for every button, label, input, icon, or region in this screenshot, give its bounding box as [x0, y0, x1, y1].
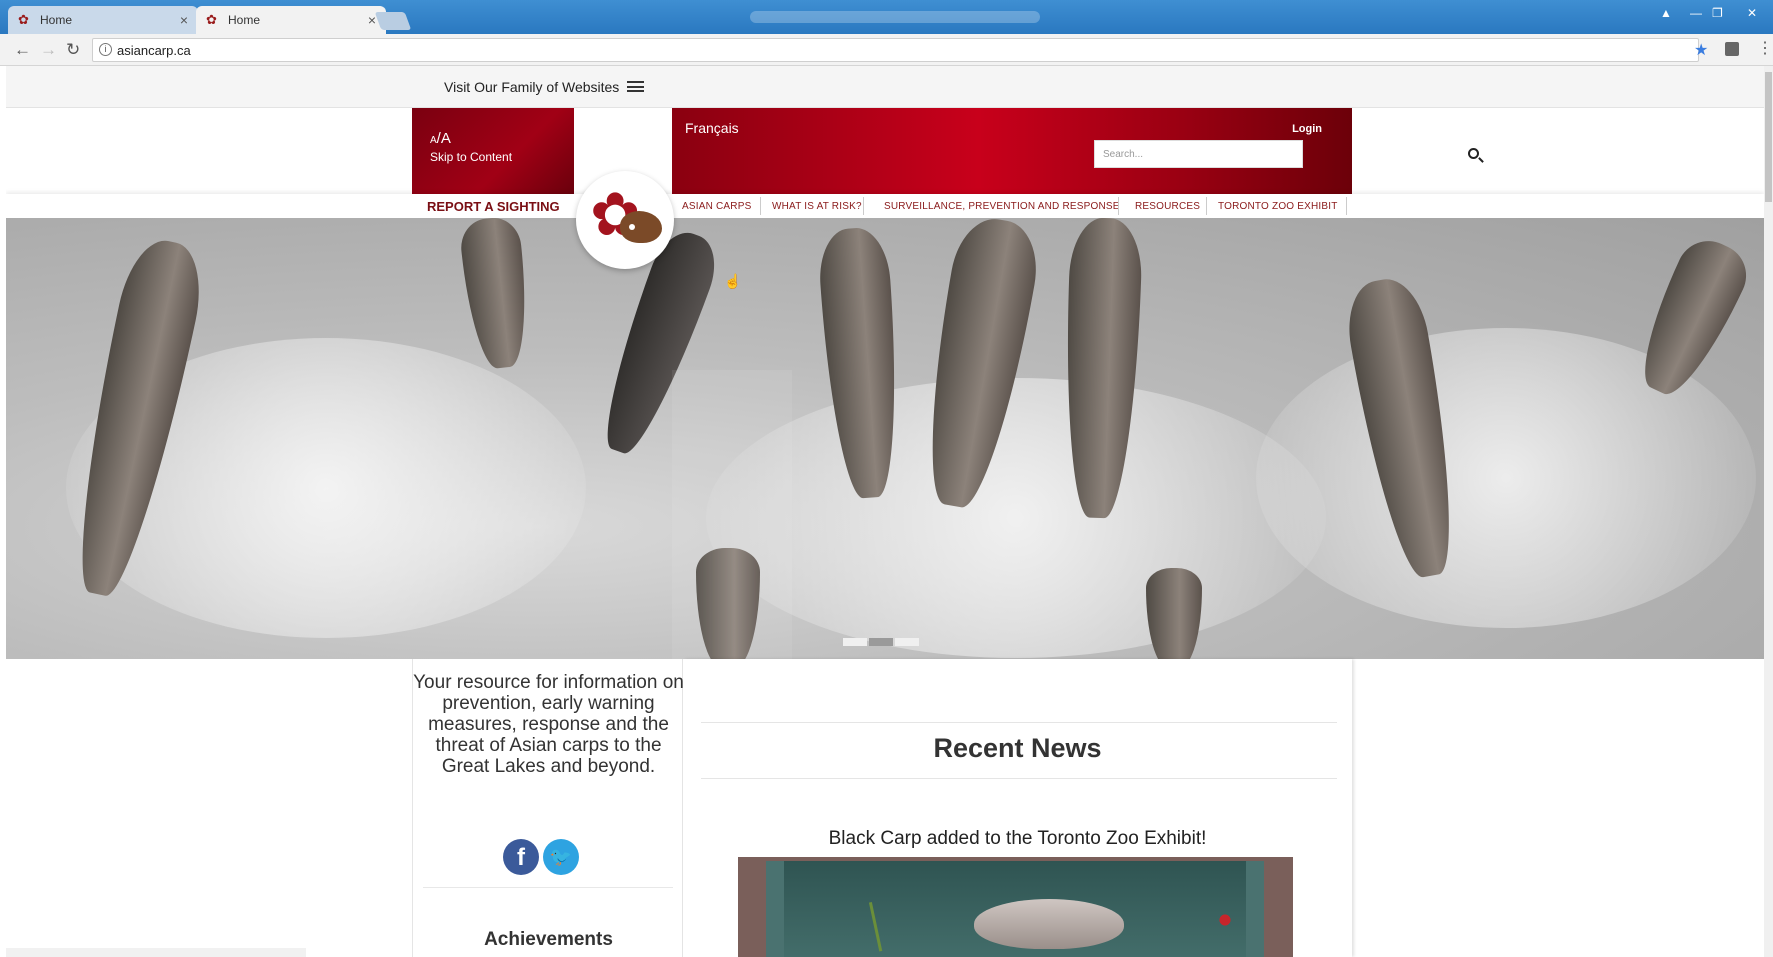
- nav-divider: [760, 197, 761, 215]
- back-icon[interactable]: ←: [14, 40, 31, 60]
- carp-logo-icon: [620, 211, 662, 243]
- reload-icon[interactable]: ↻: [66, 40, 80, 60]
- social-links: f 🐦: [503, 839, 579, 875]
- news-item-title-link[interactable]: Black Carp added to the Toronto Zoo Exhi…: [683, 828, 1352, 850]
- minimize-icon[interactable]: —: [1690, 6, 1702, 20]
- slider-pagination: [843, 638, 919, 646]
- nav-item-toronto-zoo-exhibit[interactable]: TORONTO ZOO EXHIBIT: [1218, 201, 1338, 212]
- close-tab-icon[interactable]: ×: [180, 12, 188, 28]
- browser-tab[interactable]: ✿ Home ×: [8, 6, 198, 34]
- search-input[interactable]: Search...: [1094, 140, 1303, 168]
- nav-dropdown-fading: [672, 370, 792, 659]
- browser-titlebar: ✿ Home × ✿ Home × ▲ — ❐ ✕: [0, 0, 1773, 34]
- text-size-toggle[interactable]: A/A: [430, 130, 451, 147]
- twitter-icon[interactable]: 🐦: [543, 839, 579, 875]
- carp-fish: [458, 218, 534, 371]
- intro-card: Your resource for information on prevent…: [412, 659, 684, 957]
- maple-leaf-favicon-icon: ✿: [206, 12, 217, 27]
- divider: [701, 778, 1337, 779]
- browser-tab-active[interactable]: ✿ Home ×: [196, 6, 386, 34]
- family-websites-bar: Visit Our Family of Websites: [6, 66, 1764, 108]
- nav-item-resources[interactable]: RESOURCES: [1135, 201, 1200, 212]
- nav-item-asian-carps[interactable]: ASIAN CARPS: [682, 201, 751, 212]
- nav-item-surveillance[interactable]: SURVEILLANCE, PREVENTION AND RESPONSE: [884, 201, 1120, 212]
- page-scrollbar[interactable]: [1764, 66, 1773, 957]
- url-text: asiancarp.ca: [117, 43, 191, 58]
- aquarium-tank: [766, 861, 1264, 957]
- family-websites-link[interactable]: Visit Our Family of Websites: [444, 79, 619, 95]
- address-toolbar: ← → ↻ i asiancarp.ca: [0, 34, 1773, 66]
- achievements-heading: Achievements: [484, 929, 613, 950]
- carp-fish: [1146, 568, 1202, 659]
- restore-icon[interactable]: ❐: [1712, 6, 1723, 20]
- main-nav: REPORT A SIGHTING ASIAN CARPS WHAT IS AT…: [6, 194, 1764, 218]
- slider-dot-current[interactable]: [869, 638, 893, 646]
- forward-icon[interactable]: →: [40, 40, 57, 60]
- user-profile-icon[interactable]: ▲: [1660, 6, 1672, 20]
- extension-icon[interactable]: [1725, 42, 1739, 56]
- report-sighting-link[interactable]: REPORT A SIGHTING: [427, 199, 560, 214]
- site-tagline: Your resource for information on prevent…: [413, 672, 684, 777]
- nav-divider: [1346, 197, 1347, 215]
- news-item-image[interactable]: [738, 857, 1293, 957]
- black-carp-illustration: [974, 899, 1124, 949]
- nav-item-what-is-at-risk[interactable]: WHAT IS AT RISK?: [772, 201, 862, 212]
- new-tab-button[interactable]: [374, 12, 412, 30]
- tab-label: Home: [40, 13, 73, 27]
- aquarium-plant: [868, 900, 890, 952]
- nav-divider: [863, 197, 864, 215]
- header-banner: Français Login Search...: [672, 108, 1479, 194]
- slider-dot[interactable]: [895, 638, 919, 646]
- bookmark-star-icon[interactable]: ★: [1694, 40, 1708, 60]
- accessibility-box: A/A Skip to Content: [412, 108, 574, 194]
- aquarium-berries: [1214, 909, 1236, 931]
- hamburger-menu-icon[interactable]: [627, 81, 644, 92]
- tab-label: Home: [228, 13, 261, 27]
- login-link[interactable]: Login: [1292, 123, 1322, 135]
- skip-to-content-link[interactable]: Skip to Content: [430, 150, 512, 164]
- page: Visit Our Family of Websites A/A Skip to…: [6, 66, 1764, 957]
- url-input[interactable]: i asiancarp.ca: [92, 38, 1699, 62]
- facebook-icon[interactable]: f: [503, 839, 539, 875]
- window-title-blurred: [750, 11, 1040, 23]
- divider: [423, 887, 673, 888]
- search-icon[interactable]: [1468, 148, 1479, 159]
- recent-news-heading: Recent News: [933, 733, 1102, 763]
- site-logo[interactable]: ✿: [576, 171, 674, 269]
- slider-dot[interactable]: [843, 638, 867, 646]
- hand-cursor-icon: ☝: [724, 273, 742, 289]
- text-size-large[interactable]: A: [441, 130, 451, 147]
- browser-menu-icon[interactable]: ⋮: [1757, 38, 1773, 58]
- close-window-icon[interactable]: ✕: [1747, 6, 1757, 20]
- site-info-icon[interactable]: i: [99, 43, 112, 56]
- divider: [701, 722, 1337, 723]
- hero-image-jumping-carp: [6, 218, 1764, 659]
- news-card: Recent News Black Carp added to the Toro…: [683, 659, 1352, 957]
- water-splash: [706, 378, 1326, 658]
- nav-divider: [1118, 197, 1119, 215]
- text-size-small[interactable]: A: [430, 135, 437, 146]
- status-bar-url: [6, 948, 306, 957]
- nav-divider: [1206, 197, 1207, 215]
- scrollbar-thumb[interactable]: [1765, 72, 1772, 202]
- language-toggle-link[interactable]: Français: [685, 120, 739, 136]
- maple-leaf-favicon-icon: ✿: [18, 12, 29, 27]
